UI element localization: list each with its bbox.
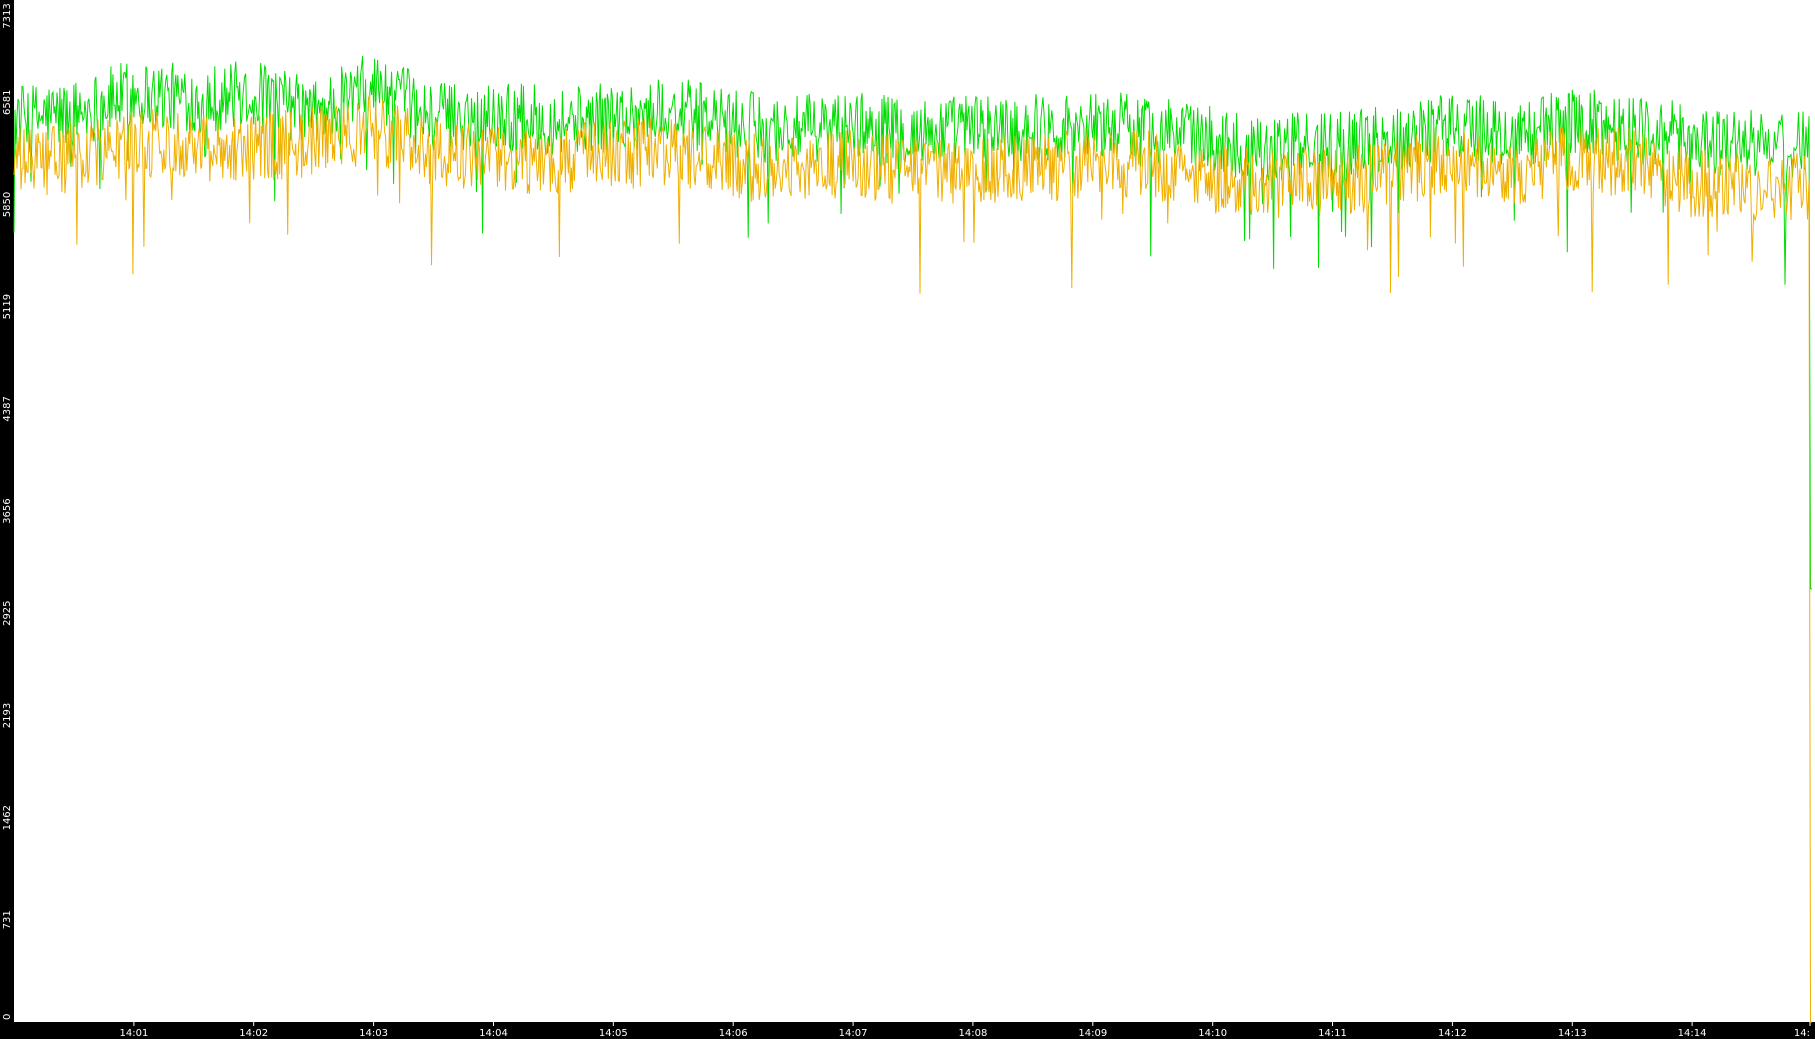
x-tick-label: 14:03 [359,1028,388,1039]
y-tick-label: 5119 [2,294,13,319]
y-tick-label: 2193 [2,703,13,728]
x-tick-label: 14:09 [1078,1028,1107,1039]
y-tick-label: 731 [2,910,13,929]
y-tick-label: 0 [2,1014,13,1020]
x-tick-label: 14:13 [1558,1028,1587,1039]
y-tick-label: 6581 [2,90,13,115]
x-tick-label: 14:10 [1198,1028,1227,1039]
x-tick-label: 14: [1794,1028,1810,1039]
chart-root: 0 731 1462 2193 2925 3656 4387 5119 5850 6581 7313… [0,0,1815,1039]
y-tick-label: 3656 [2,498,13,523]
y-tick-label: 4387 [2,396,13,421]
x-tick-label: 14:11 [1318,1028,1347,1039]
y-tick-label: 7313 [2,3,13,28]
x-axis-bar [0,1022,1815,1039]
x-tick-label: 14:12 [1438,1028,1467,1039]
x-tick-label: 14:08 [958,1028,987,1039]
x-tick-label: 14:04 [479,1028,508,1039]
x-tick-label: 14:07 [839,1028,868,1039]
x-tick-label: 14:06 [719,1028,748,1039]
chart-svg: 0 731 1462 2193 2925 3656 4387 5119 5850 6581 7313… [0,0,1815,1039]
y-tick-label: 1462 [2,805,13,830]
x-tick-label: 14:14 [1678,1028,1707,1039]
x-tick-label: 14:05 [599,1028,628,1039]
x-tick-label: 14:01 [119,1028,148,1039]
x-tick-label: 14:02 [239,1028,268,1039]
y-tick-label: 5850 [2,192,13,217]
y-tick-label: 2925 [2,600,13,625]
